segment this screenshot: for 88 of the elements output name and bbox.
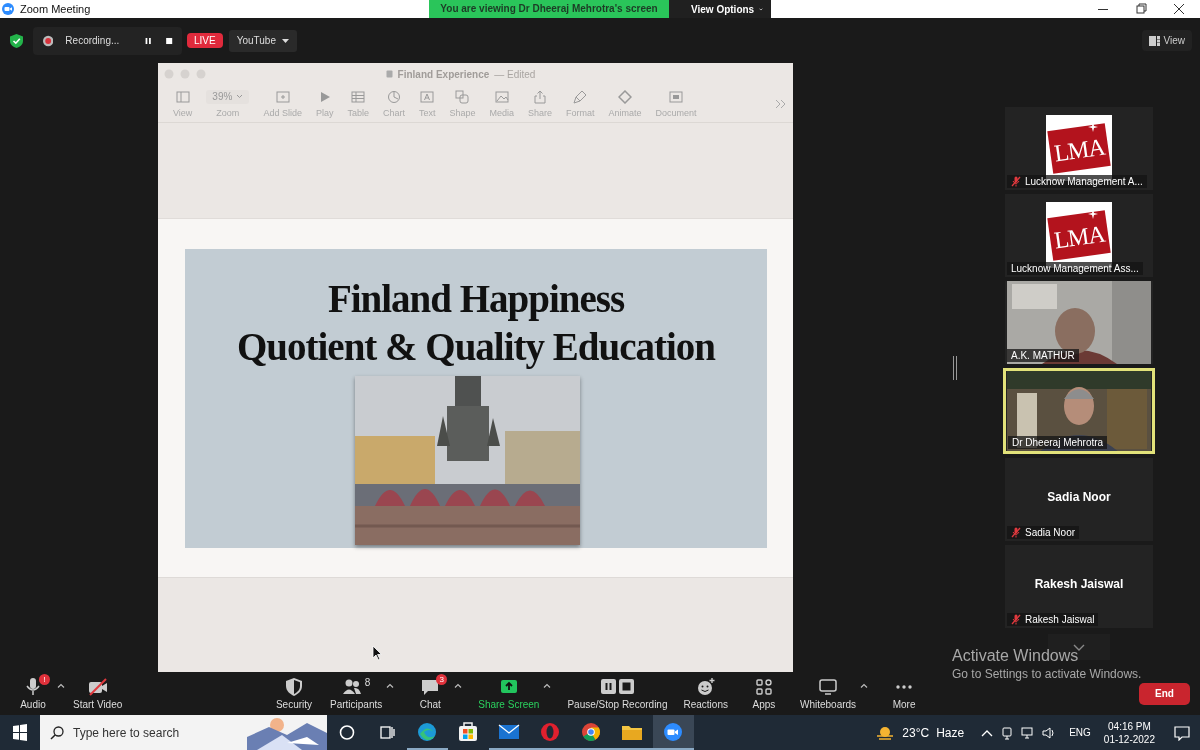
search-icon — [50, 726, 64, 740]
clock-date[interactable]: 01-12-2022 — [1103, 732, 1155, 746]
activation-title: Activate Windows — [952, 647, 1080, 665]
activation-message: Go to Settings to activate Windows. — [952, 667, 1142, 681]
toolbar-button[interactable]: 3 Chat — [410, 677, 451, 710]
participant-label: Sadia Noor — [1025, 527, 1076, 538]
cursor-icon — [372, 645, 382, 661]
share-icon — [533, 89, 548, 104]
star-icon — [1088, 209, 1098, 219]
star-icon — [1088, 122, 1098, 132]
toolbar-button[interactable]: 8 Participants — [330, 677, 383, 710]
participants-icon — [341, 677, 362, 697]
device-icon[interactable] — [1000, 725, 1015, 740]
animate-icon — [618, 89, 633, 104]
security-icon — [284, 677, 304, 697]
view-icon — [175, 89, 190, 104]
shape-icon — [455, 89, 470, 104]
participant-name: Rakesh Jaiswal — [1034, 576, 1124, 591]
notification-badge: ! — [39, 674, 50, 685]
participant-label: Rakesh Jaiswal — [1025, 614, 1095, 625]
audio-icon — [23, 677, 43, 697]
toolbar-button[interactable]: Apps — [743, 677, 784, 710]
chevron-icon — [1073, 643, 1085, 651]
resize-handle[interactable] — [953, 355, 957, 380]
toolbar-button[interactable]: More — [884, 677, 925, 710]
stream-dropdown[interactable]: YouTube — [228, 29, 297, 52]
participant-tile[interactable]: A.K. MATHUR — [1005, 281, 1153, 364]
record-icon — [43, 34, 54, 47]
toolbar-button[interactable]: Start Video — [73, 677, 123, 710]
network-icon[interactable] — [1021, 725, 1036, 740]
speaker-icon[interactable] — [1042, 725, 1057, 740]
participant-tile[interactable]: Dr Dheeraj Mehrotra — [1003, 368, 1155, 454]
search-field[interactable]: Type here to search — [40, 715, 247, 750]
caret-icon[interactable] — [386, 683, 395, 688]
recording-icon — [600, 677, 634, 697]
add-slide-icon — [275, 89, 290, 104]
chevron-icon[interactable] — [981, 728, 994, 737]
document-icon — [385, 70, 393, 78]
whiteboards-icon — [818, 677, 838, 697]
taskbar-app[interactable] — [653, 715, 694, 750]
participant-tile[interactable]: Sadia Noor Sadia Noor — [1005, 458, 1153, 541]
view-button[interactable]: View — [1141, 30, 1192, 51]
apps-icon — [753, 677, 774, 697]
toolbar-button[interactable]: ! Audio — [13, 677, 53, 710]
toolbar-button[interactable]: Security — [274, 677, 314, 710]
toolbar-button[interactable]: Whiteboards — [799, 677, 857, 710]
share-banner: You are viewing Dr Dheeraj Mehrotra's screen — [429, 0, 669, 18]
caret-icon[interactable] — [860, 683, 869, 688]
language-indicator[interactable]: ENG — [1069, 727, 1091, 738]
participant-tile[interactable]: Rakesh Jaiswal Rakesh Jaiswal — [1005, 545, 1153, 628]
layout-icon — [1148, 35, 1160, 46]
media-icon — [494, 89, 509, 104]
document-title: Finland Experience — [397, 68, 490, 80]
notification-icon[interactable] — [1174, 724, 1190, 741]
format-icon — [573, 89, 588, 104]
caret-icon[interactable] — [454, 683, 463, 688]
notification-badge: 3 — [436, 674, 448, 685]
caret-icon[interactable] — [543, 683, 552, 688]
video-icon — [87, 677, 108, 697]
caret-icon[interactable] — [57, 683, 65, 688]
participant-tile[interactable]: LMA Lucknow Management Ass... — [1005, 194, 1153, 277]
document-status: — Edited — [494, 68, 536, 80]
text-icon — [420, 89, 435, 104]
participant-label: A.K. MATHUR — [1011, 350, 1075, 361]
temperature: 23°C — [902, 725, 930, 740]
chart-icon — [386, 89, 401, 104]
chat-icon — [420, 677, 441, 697]
participant-tile[interactable]: LMA Lucknow Management A... — [1005, 107, 1153, 190]
weather-condition: Haze — [936, 725, 965, 740]
window-title: Zoom Meeting — [20, 3, 91, 15]
recording-label: Recording... — [65, 35, 120, 46]
end-button[interactable]: End — [1139, 682, 1190, 705]
slide-title: Finland Happiness Quotient & Quality Education — [237, 276, 715, 371]
toolbar-button[interactable]: Pause/Stop Recording — [567, 677, 668, 710]
live-badge: LIVE — [187, 33, 223, 48]
toolbar-button[interactable]: Reactions — [683, 677, 728, 710]
clock-time[interactable]: 04:16 PM — [1108, 719, 1151, 733]
caret-icon — [282, 38, 289, 43]
participant-label: Dr Dheeraj Mehrotra — [1012, 437, 1104, 448]
table-icon — [351, 89, 366, 104]
chevron-icon — [236, 94, 244, 99]
reactions-icon — [695, 677, 716, 697]
view-options-button[interactable]: View Options — [669, 0, 771, 18]
shield-icon[interactable] — [10, 33, 23, 48]
toolbar-button[interactable]: Share Screen — [478, 677, 540, 710]
document-icon — [669, 89, 684, 104]
participant-name: Sadia Noor — [1047, 489, 1111, 504]
more-icon — [896, 685, 913, 689]
